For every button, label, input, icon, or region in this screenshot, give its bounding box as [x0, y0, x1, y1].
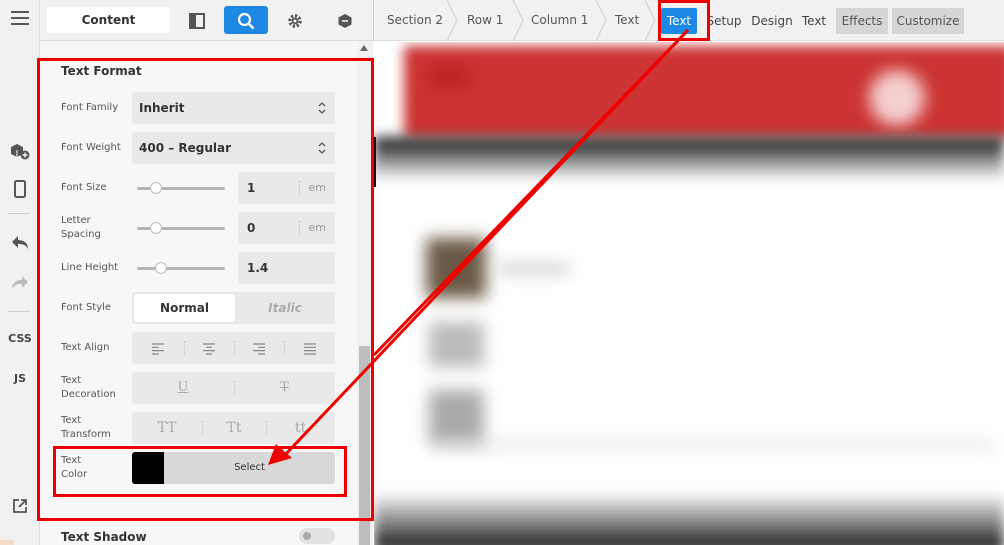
annotation-arrows	[268, 28, 690, 465]
